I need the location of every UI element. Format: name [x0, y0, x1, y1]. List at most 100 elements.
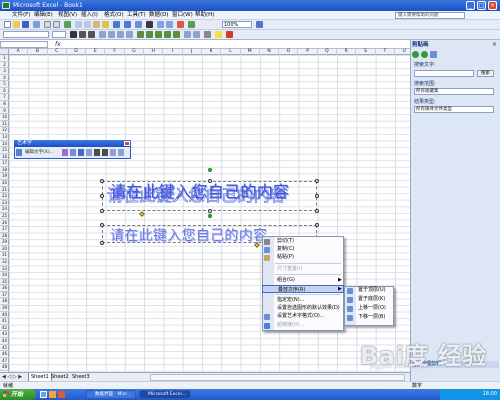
column-header[interactable]: F [106, 49, 125, 55]
row-header[interactable]: 31 [0, 252, 9, 259]
resize-handle[interactable] [315, 223, 319, 227]
row-header[interactable]: 45 [0, 345, 9, 352]
row-header[interactable]: 28 [0, 233, 9, 240]
row-header[interactable]: 14 [0, 141, 9, 148]
sort-ascending-icon[interactable] [157, 21, 164, 28]
row-header[interactable]: 27 [0, 226, 9, 233]
menu-reset-size[interactable]: 尺寸重置(I) [262, 265, 344, 273]
sort-descending-icon[interactable] [166, 21, 173, 28]
open-icon[interactable] [13, 21, 20, 28]
row-header[interactable]: 34 [0, 272, 9, 279]
resize-handle[interactable] [100, 194, 104, 198]
row-header[interactable]: 18 [0, 167, 9, 174]
maximize-button[interactable]: □ [477, 1, 486, 10]
percent-icon[interactable] [146, 31, 153, 38]
row-header[interactable]: 4 [0, 75, 9, 82]
row-header[interactable]: 3 [0, 68, 9, 75]
column-header[interactable]: G [125, 49, 145, 55]
redo-icon[interactable] [124, 21, 131, 28]
drawing-icon[interactable] [188, 21, 195, 28]
row-header[interactable]: 11 [0, 121, 9, 128]
column-header[interactable]: N [260, 49, 280, 55]
taskbar-item-data[interactable]: 数据界面 - Micr... [86, 390, 136, 399]
format-wordart-icon[interactable] [70, 149, 76, 156]
row-header[interactable]: 41 [0, 318, 9, 325]
search-text-input[interactable] [414, 70, 474, 77]
row-header[interactable]: 6 [0, 88, 9, 95]
row-header[interactable]: 44 [0, 338, 9, 345]
row-header[interactable]: 39 [0, 305, 9, 312]
column-header[interactable]: L [221, 49, 241, 55]
borders-icon[interactable] [204, 31, 211, 38]
help-icon[interactable] [256, 21, 263, 28]
menu-help[interactable]: 帮助(H) [195, 11, 214, 20]
row-header[interactable]: 24 [0, 206, 9, 213]
fill-color-icon[interactable] [215, 31, 222, 38]
row-header[interactable]: 35 [0, 279, 9, 286]
name-box[interactable] [0, 41, 48, 48]
row-header[interactable]: 36 [0, 285, 9, 292]
home-icon[interactable] [430, 51, 437, 58]
result-type-select[interactable]: 所有媒体文件类型 [414, 106, 494, 113]
help-question-input[interactable]: 键入需要帮助的问题 [395, 12, 465, 19]
column-header[interactable]: K [202, 49, 222, 55]
row-header[interactable]: 26 [0, 220, 9, 227]
menu-set-default-autoshape[interactable]: 设置自选图形的默认效果(D) [262, 304, 344, 312]
menu-file[interactable]: 文件(F) [12, 11, 30, 20]
forward-icon[interactable] [421, 51, 428, 58]
row-header[interactable]: 12 [0, 127, 9, 134]
character-spacing-icon[interactable] [118, 149, 124, 156]
menu-tools[interactable]: 工具(T) [127, 11, 146, 20]
autosum-icon[interactable] [146, 21, 153, 28]
row-header[interactable]: 13 [0, 134, 9, 141]
row-header[interactable]: 30 [0, 246, 9, 253]
resize-handle[interactable] [315, 179, 319, 183]
row-header[interactable]: 9 [0, 108, 9, 115]
row-header[interactable]: 38 [0, 298, 9, 306]
row-header[interactable]: 47 [0, 358, 9, 365]
same-letter-heights-icon[interactable] [94, 149, 100, 156]
row-header[interactable]: 37 [0, 292, 9, 299]
hyperlink-icon[interactable] [135, 21, 142, 28]
cut-icon[interactable] [75, 21, 82, 28]
menu-order[interactable]: 叠放次序(R) [262, 285, 344, 293]
menu-group[interactable]: 组合(G) [262, 276, 344, 284]
row-header[interactable]: 25 [0, 213, 9, 220]
resize-handle[interactable] [100, 241, 104, 245]
row-header[interactable]: 5 [0, 81, 9, 88]
row-header[interactable]: 10 [0, 114, 9, 121]
resize-handle[interactable] [315, 209, 319, 213]
wordart-toolbar-close-icon[interactable] [124, 141, 130, 146]
column-header[interactable]: M [241, 49, 260, 55]
menu-data[interactable]: 数据(D) [149, 11, 169, 20]
copy-icon[interactable] [84, 21, 91, 28]
resize-handle[interactable] [208, 179, 212, 183]
column-header[interactable]: B [28, 49, 48, 55]
row-header[interactable]: 32 [0, 259, 9, 266]
save-icon[interactable] [22, 21, 29, 28]
permission-icon[interactable] [33, 21, 40, 28]
menu-bring-forward[interactable]: 上移一层(O) [344, 304, 394, 313]
align-right-icon[interactable] [117, 31, 124, 38]
row-header[interactable]: 43 [0, 331, 9, 338]
row-header[interactable]: 29 [0, 239, 9, 246]
column-header[interactable]: D [67, 49, 87, 55]
column-header[interactable]: S [356, 49, 376, 55]
insert-wordart-icon[interactable] [16, 149, 22, 156]
edit-text-button[interactable]: 编辑文字(X)... [25, 149, 55, 157]
row-header[interactable]: 40 [0, 312, 9, 319]
print-icon[interactable] [44, 21, 51, 28]
menu-edit[interactable]: 编辑(E) [34, 11, 53, 20]
underline-icon[interactable] [88, 31, 95, 38]
print-preview-icon[interactable] [53, 21, 60, 28]
row-header[interactable]: 17 [0, 160, 9, 167]
resize-handle[interactable] [208, 209, 212, 213]
start-button[interactable]: 开始 [0, 389, 36, 400]
column-header[interactable]: A [9, 49, 29, 55]
column-header[interactable]: P [299, 49, 318, 55]
increase-indent-icon[interactable] [193, 31, 200, 38]
minimize-button[interactable]: _ [466, 1, 475, 10]
paste-icon[interactable] [93, 21, 100, 28]
row-header[interactable]: 16 [0, 154, 9, 161]
comma-style-icon[interactable] [155, 31, 162, 38]
